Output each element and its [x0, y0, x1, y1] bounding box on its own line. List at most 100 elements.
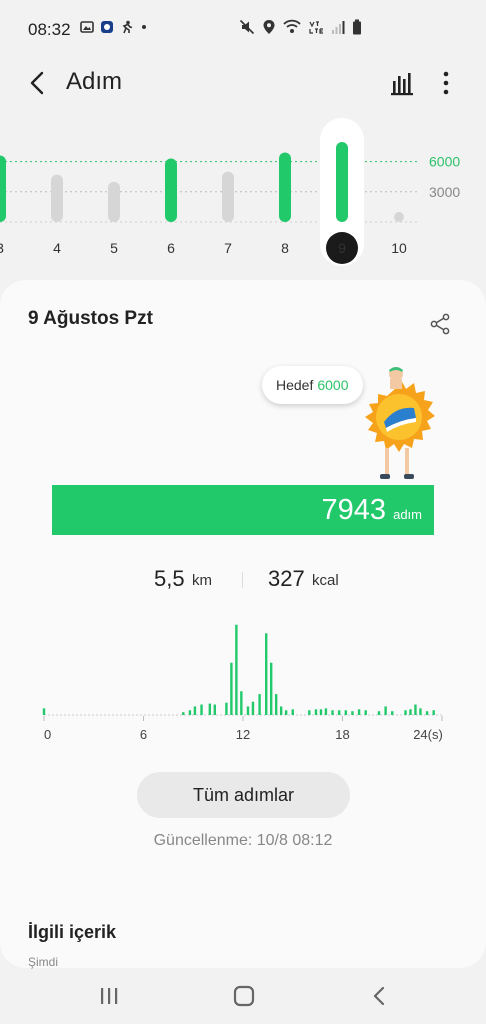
recent-apps-icon[interactable] [94, 982, 124, 1010]
hourly-step-bar [337, 710, 341, 715]
hourly-step-bar [364, 710, 367, 715]
day-label-8: 8 [281, 240, 289, 256]
day-bar-3 [0, 155, 6, 222]
hourly-step-bar [208, 703, 212, 715]
hour-tick-label: 0 [44, 727, 51, 742]
system-icons [239, 19, 362, 35]
more-notifications-dot-icon [142, 25, 146, 29]
day-column-8[interactable]: 8 [279, 152, 291, 256]
hourly-step-bar [251, 701, 255, 715]
hourly-step-bar [246, 706, 250, 715]
hourly-step-bar [213, 704, 217, 715]
day-column-6[interactable]: 6 [165, 158, 177, 256]
status-bar: 08:32 [0, 0, 486, 56]
wifi-icon [283, 19, 301, 33]
hour-tick-label: 12 [236, 727, 250, 742]
hourly-step-bar [200, 704, 203, 715]
hourly-step-bar [351, 711, 354, 715]
calories-value: 327 [268, 566, 305, 591]
hourly-step-bar [432, 710, 435, 715]
steps-count: 7943 [321, 494, 386, 526]
hourly-step-bar [284, 710, 288, 715]
location-icon [263, 20, 275, 34]
related-content-subtitle: Şimdi [28, 955, 59, 969]
day-column-4[interactable]: 4 [51, 174, 63, 256]
day-bar-7 [222, 171, 234, 222]
hourly-step-bar [391, 711, 394, 715]
bar-chart-icon[interactable] [388, 68, 416, 98]
hourly-step-bar [419, 708, 422, 715]
weekly-steps-chart[interactable]: 6000 3000 3 4 5 6 7 8 9 10 [0, 114, 486, 274]
related-content-title: İlgili içerik [28, 922, 117, 942]
hourly-step-bar [188, 710, 192, 715]
all-steps-button[interactable]: Tüm adımlar [137, 772, 350, 818]
day-label-4: 4 [53, 240, 61, 256]
hourly-step-bar [324, 708, 328, 715]
distance-value: 5,5 [154, 566, 185, 591]
hourly-step-bar [230, 662, 233, 715]
steps-unit: adım [393, 507, 422, 522]
calories-unit: kcal [312, 572, 339, 589]
app-bar: Adım [0, 56, 486, 112]
hourly-step-bar [258, 694, 261, 715]
hour-tick-label: 24(s) [413, 727, 443, 742]
hourly-step-bar [240, 691, 243, 715]
hourly-step-bar [319, 709, 323, 715]
hourly-step-bar [308, 710, 311, 715]
day-bar-5 [108, 181, 120, 222]
hourly-step-bar [225, 702, 228, 715]
day-bar-9 [336, 142, 348, 222]
status-time: 08:32 [28, 20, 71, 39]
hourly-step-bar [357, 709, 361, 715]
day-column-3[interactable]: 3 [0, 155, 6, 256]
day-label-7: 7 [224, 240, 232, 256]
goal-line-label: 6000 [429, 154, 460, 170]
hourly-step-bar [235, 624, 238, 715]
volte-icon [309, 21, 323, 34]
day-bar-6 [165, 158, 177, 222]
hour-tick-label: 6 [140, 727, 147, 742]
summary-stats: 5,5 km 327 kcal [0, 566, 486, 596]
day-label-3: 3 [0, 240, 4, 256]
day-label-6: 6 [167, 240, 175, 256]
selected-date: 9 Ağustos Pzt [28, 308, 153, 329]
stats-divider [242, 572, 243, 588]
last-updated-text: Güncellenme: 10/8 08:12 [153, 832, 333, 849]
goal-value: 6000 [317, 377, 349, 393]
hourly-step-bar [274, 694, 278, 715]
goal-achieved-mascot-icon [365, 367, 435, 479]
app-notification-icon [101, 21, 113, 33]
day-column-9[interactable]: 9 [320, 118, 364, 266]
day-bar-8 [279, 152, 291, 222]
hourly-step-bar [409, 709, 412, 715]
hourly-step-bar [331, 710, 334, 715]
notification-icons [80, 20, 148, 34]
mute-icon [239, 19, 255, 35]
hourly-step-bar [279, 706, 283, 715]
gallery-notification-icon [80, 21, 94, 33]
hourly-step-bar [314, 709, 318, 715]
hourly-step-bar [377, 711, 381, 715]
back-arrow-icon[interactable] [24, 66, 54, 100]
day-summary-card: 9 Ağustos Pzt Hedef 6000 7943 adım 5,5 k… [0, 280, 486, 969]
day-label-5: 5 [110, 240, 118, 256]
back-nav-icon[interactable] [365, 982, 395, 1010]
hourly-step-bar [425, 711, 429, 715]
day-column-7[interactable]: 7 [222, 171, 234, 256]
fitness-notification-icon [122, 20, 133, 34]
signal-icon [332, 21, 345, 34]
share-icon[interactable] [428, 312, 452, 336]
goal-label: Hedef [276, 377, 314, 393]
battery-icon [353, 19, 361, 35]
page-title: Adım [66, 68, 123, 95]
home-icon[interactable] [229, 982, 259, 1010]
hourly-step-bar [265, 633, 268, 715]
hourly-step-bar [193, 706, 197, 715]
hourly-step-bar [269, 662, 273, 715]
day-column-5[interactable]: 5 [108, 181, 120, 256]
hour-tick-label: 18 [335, 727, 349, 742]
day-column-10[interactable]: 10 [391, 212, 407, 256]
day-label-10: 10 [391, 240, 407, 256]
hourly-step-bar [42, 708, 46, 715]
more-options-icon[interactable] [434, 68, 458, 98]
